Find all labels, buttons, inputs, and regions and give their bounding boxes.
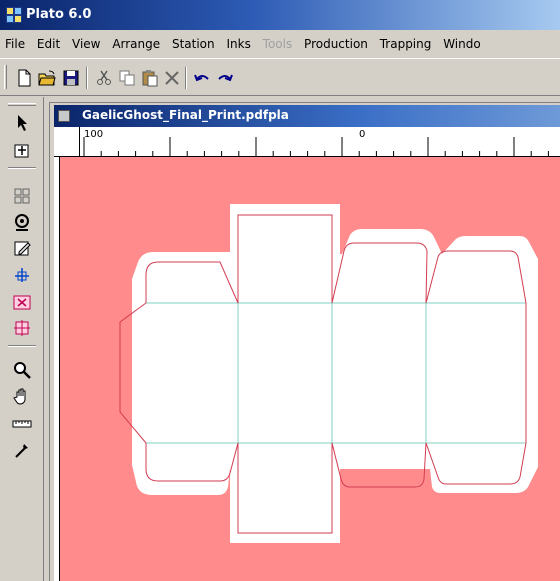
plato-app-icon xyxy=(6,7,22,23)
menu-trapping[interactable]: Trapping xyxy=(376,30,436,58)
ruler-corner[interactable] xyxy=(54,127,80,157)
cut-icon xyxy=(97,70,111,85)
hand-pan-icon xyxy=(13,388,26,405)
new-document-icon xyxy=(18,69,31,87)
paste-button[interactable] xyxy=(139,67,161,89)
document-title-bar[interactable]: GaelicGhost_Final_Print.pdfpla xyxy=(54,105,560,127)
copy-button[interactable] xyxy=(116,67,138,89)
menu-file[interactable]: File xyxy=(0,30,29,58)
transform-tool[interactable] xyxy=(11,185,33,207)
cut-tool[interactable] xyxy=(11,291,33,313)
hand-tool[interactable] xyxy=(11,385,33,407)
select-arrow-icon xyxy=(18,115,27,131)
step-repeat-icon xyxy=(14,320,30,336)
step-repeat-tool[interactable] xyxy=(11,317,33,339)
select-tool[interactable] xyxy=(11,111,33,133)
grid-snap-tool[interactable] xyxy=(11,264,33,286)
toolbar-grip[interactable] xyxy=(4,65,7,89)
artwork-canvas[interactable] xyxy=(60,157,560,581)
ruler-ticks xyxy=(83,137,549,156)
menu-view[interactable]: View xyxy=(68,30,104,58)
die-line-artwork xyxy=(60,157,560,581)
undo-button[interactable] xyxy=(191,67,213,89)
edit-pencil-icon xyxy=(14,241,31,256)
menu-tools: Tools xyxy=(262,37,293,51)
delete-icon xyxy=(165,71,179,85)
menu-window[interactable]: Windo xyxy=(439,30,485,58)
redo-icon xyxy=(218,74,233,82)
eyedropper-tool[interactable] xyxy=(11,439,33,461)
ruler-label-100: 100 xyxy=(84,129,104,140)
delete-button[interactable] xyxy=(161,67,183,89)
cut-button[interactable] xyxy=(93,67,115,89)
zoom-tool[interactable] xyxy=(11,359,33,381)
menu-production[interactable]: Production xyxy=(300,30,372,58)
document-window: GaelicGhost_Final_Print.pdfpla 100 0 xyxy=(49,102,560,581)
menu-edit[interactable]: Edit xyxy=(33,30,64,58)
measure-tool[interactable] xyxy=(11,413,33,435)
open-button[interactable] xyxy=(36,67,58,89)
save-button[interactable] xyxy=(60,67,82,89)
undo-icon xyxy=(194,74,209,82)
app-title: Plato 6.0 xyxy=(26,7,92,22)
standard-toolbar xyxy=(0,58,560,96)
menu-arrange[interactable]: Arrange xyxy=(108,30,164,58)
grid-snap-icon xyxy=(15,268,29,282)
tool-palette xyxy=(0,97,44,581)
node-edit-icon xyxy=(14,144,29,158)
menu-inks[interactable]: Inks xyxy=(222,30,254,58)
menu-station[interactable]: Station xyxy=(168,30,219,58)
node-edit-tool[interactable] xyxy=(11,139,33,161)
horizontal-ruler[interactable]: 100 0 xyxy=(80,127,560,157)
cut-tool-icon xyxy=(13,295,31,310)
new-document-button[interactable] xyxy=(13,67,35,89)
eyedropper-icon xyxy=(15,444,28,458)
document-title: GaelicGhost_Final_Print.pdfpla xyxy=(82,108,289,122)
edit-tool[interactable] xyxy=(11,237,33,259)
zoom-icon xyxy=(14,362,31,379)
save-disk-icon xyxy=(63,70,79,86)
center-target-icon xyxy=(15,214,29,231)
menu-bar: File Edit View Arrange Station Inks Tool… xyxy=(0,30,560,58)
measure-ruler-icon xyxy=(12,420,32,428)
bleed-area xyxy=(132,204,538,543)
redo-button[interactable] xyxy=(214,67,236,89)
copy-icon xyxy=(119,70,135,86)
center-tool[interactable] xyxy=(11,211,33,233)
document-icon xyxy=(58,110,70,122)
paste-icon xyxy=(142,70,158,87)
transform-icon xyxy=(14,188,30,204)
open-folder-icon xyxy=(38,70,56,86)
ruler-label-0: 0 xyxy=(359,129,366,140)
window-title-bar[interactable]: Plato 6.0 xyxy=(0,0,560,30)
toolbox-grip[interactable] xyxy=(8,103,36,106)
